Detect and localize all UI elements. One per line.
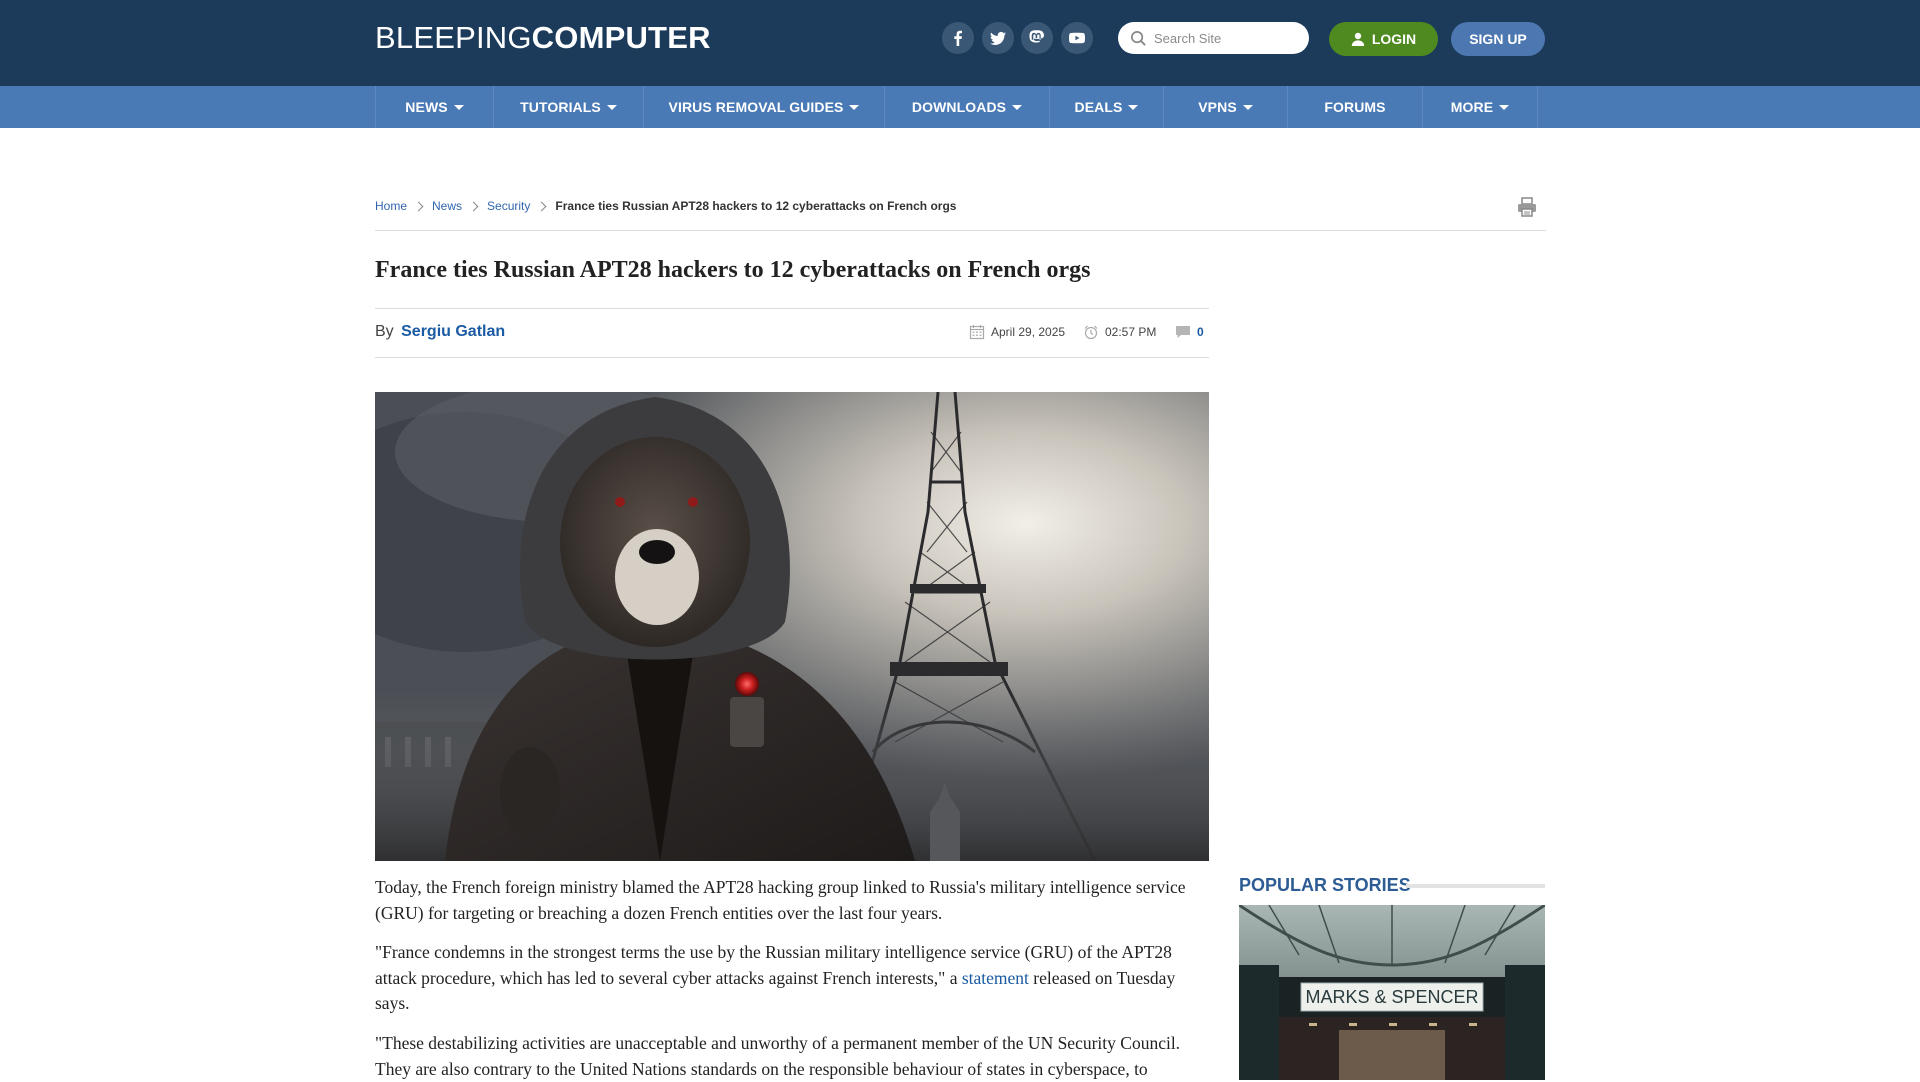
article-paragraph: "France condemns in the strongest terms … (375, 942, 1176, 1013)
breadcrumb-current: France ties Russian APT28 hackers to 12 … (555, 199, 957, 213)
popular-story-image[interactable]: MARKS & SPENCER (1239, 905, 1545, 1080)
statement-link[interactable]: statement (962, 968, 1029, 988)
article-paragraph: Today, the French foreign ministry blame… (375, 877, 1186, 923)
article-hero-image (375, 392, 1209, 861)
search-input[interactable] (1154, 30, 1304, 46)
logo-text-bold: COMPUTER (531, 20, 711, 55)
site-header: BLEEPINGCOMPUTER LOGIN SIGN UP (0, 0, 1920, 86)
caret-down-icon (1499, 105, 1510, 110)
login-button[interactable]: LOGIN (1329, 22, 1438, 56)
caret-down-icon (1012, 105, 1023, 110)
comment-icon (1176, 326, 1190, 338)
alarm-clock-icon (1084, 325, 1098, 340)
article-comments[interactable]: 0 (1175, 324, 1204, 340)
search-icon (1131, 30, 1146, 46)
nav-item-downloads[interactable]: DOWNLOADS (884, 86, 1049, 128)
main-nav: NEWS TUTORIALS VIRUS REMOVAL GUIDES DOWN… (0, 86, 1920, 128)
marks-and-spencer-storefront-image: MARKS & SPENCER (1239, 905, 1545, 1080)
login-label: LOGIN (1371, 31, 1417, 47)
nav-divider (1537, 86, 1538, 128)
twitter-icon[interactable] (982, 22, 1014, 54)
search-box[interactable] (1118, 22, 1309, 54)
caret-down-icon (453, 105, 464, 110)
caret-down-icon (849, 105, 860, 110)
date-text: April 29, 2025 (991, 325, 1066, 339)
signup-button[interactable]: SIGN UP (1451, 22, 1545, 56)
author-link[interactable]: Sergiu Gatlan (401, 323, 505, 340)
print-icon[interactable] (1516, 196, 1538, 218)
popular-stories-heading: POPULAR STORIES (1239, 875, 1411, 895)
time-text: 02:57 PM (1105, 325, 1157, 339)
logo-text-light: BLEEPING (375, 20, 532, 55)
nav-item-virus-removal-guides[interactable]: VIRUS REMOVAL GUIDES (643, 86, 884, 128)
nav-item-vpns[interactable]: VPNS (1163, 86, 1287, 128)
article-title: France ties Russian APT28 hackers to 12 … (375, 257, 1091, 283)
article-paragraph: "These destabilizing activities are unac… (375, 1033, 1181, 1079)
hooded-bear-eiffel-tower-illustration (375, 392, 1209, 861)
chevron-right-icon (468, 201, 479, 211)
nav-item-news[interactable]: NEWS (375, 86, 493, 128)
article-time: 02:57 PM (1083, 324, 1156, 340)
nav-item-deals[interactable]: DEALS (1049, 86, 1163, 128)
caret-down-icon (1242, 105, 1253, 110)
breadcrumb: Home News Security France ties Russian A… (375, 198, 956, 214)
nav-item-forums[interactable]: FORUMS (1287, 86, 1422, 128)
divider (375, 308, 1209, 309)
divider (375, 357, 1209, 358)
youtube-icon[interactable] (1061, 22, 1093, 54)
breadcrumb-news[interactable]: News (432, 199, 462, 213)
user-icon (1351, 32, 1365, 46)
nav-item-tutorials[interactable]: TUTORIALS (493, 86, 643, 128)
by-label: By (375, 323, 394, 340)
facebook-icon[interactable] (942, 22, 974, 54)
byline: By Sergiu Gatlan (375, 323, 505, 341)
mastodon-icon[interactable] (1021, 22, 1053, 54)
nav-item-more[interactable]: MORE (1422, 86, 1537, 128)
comments-count[interactable]: 0 (1197, 325, 1204, 339)
breadcrumb-home[interactable]: Home (375, 199, 407, 213)
calendar-icon (969, 325, 985, 340)
site-logo[interactable]: BLEEPINGCOMPUTER (375, 20, 711, 56)
caret-down-icon (1128, 105, 1139, 110)
divider (1406, 884, 1545, 888)
store-sign-text: MARKS & SPENCER (1305, 987, 1478, 1007)
chevron-right-icon (413, 201, 424, 211)
chevron-right-icon (536, 201, 547, 211)
divider (375, 230, 1546, 231)
caret-down-icon (606, 105, 617, 110)
breadcrumb-security[interactable]: Security (487, 199, 530, 213)
signup-label: SIGN UP (1469, 31, 1527, 47)
article-date: April 29, 2025 (969, 324, 1065, 340)
